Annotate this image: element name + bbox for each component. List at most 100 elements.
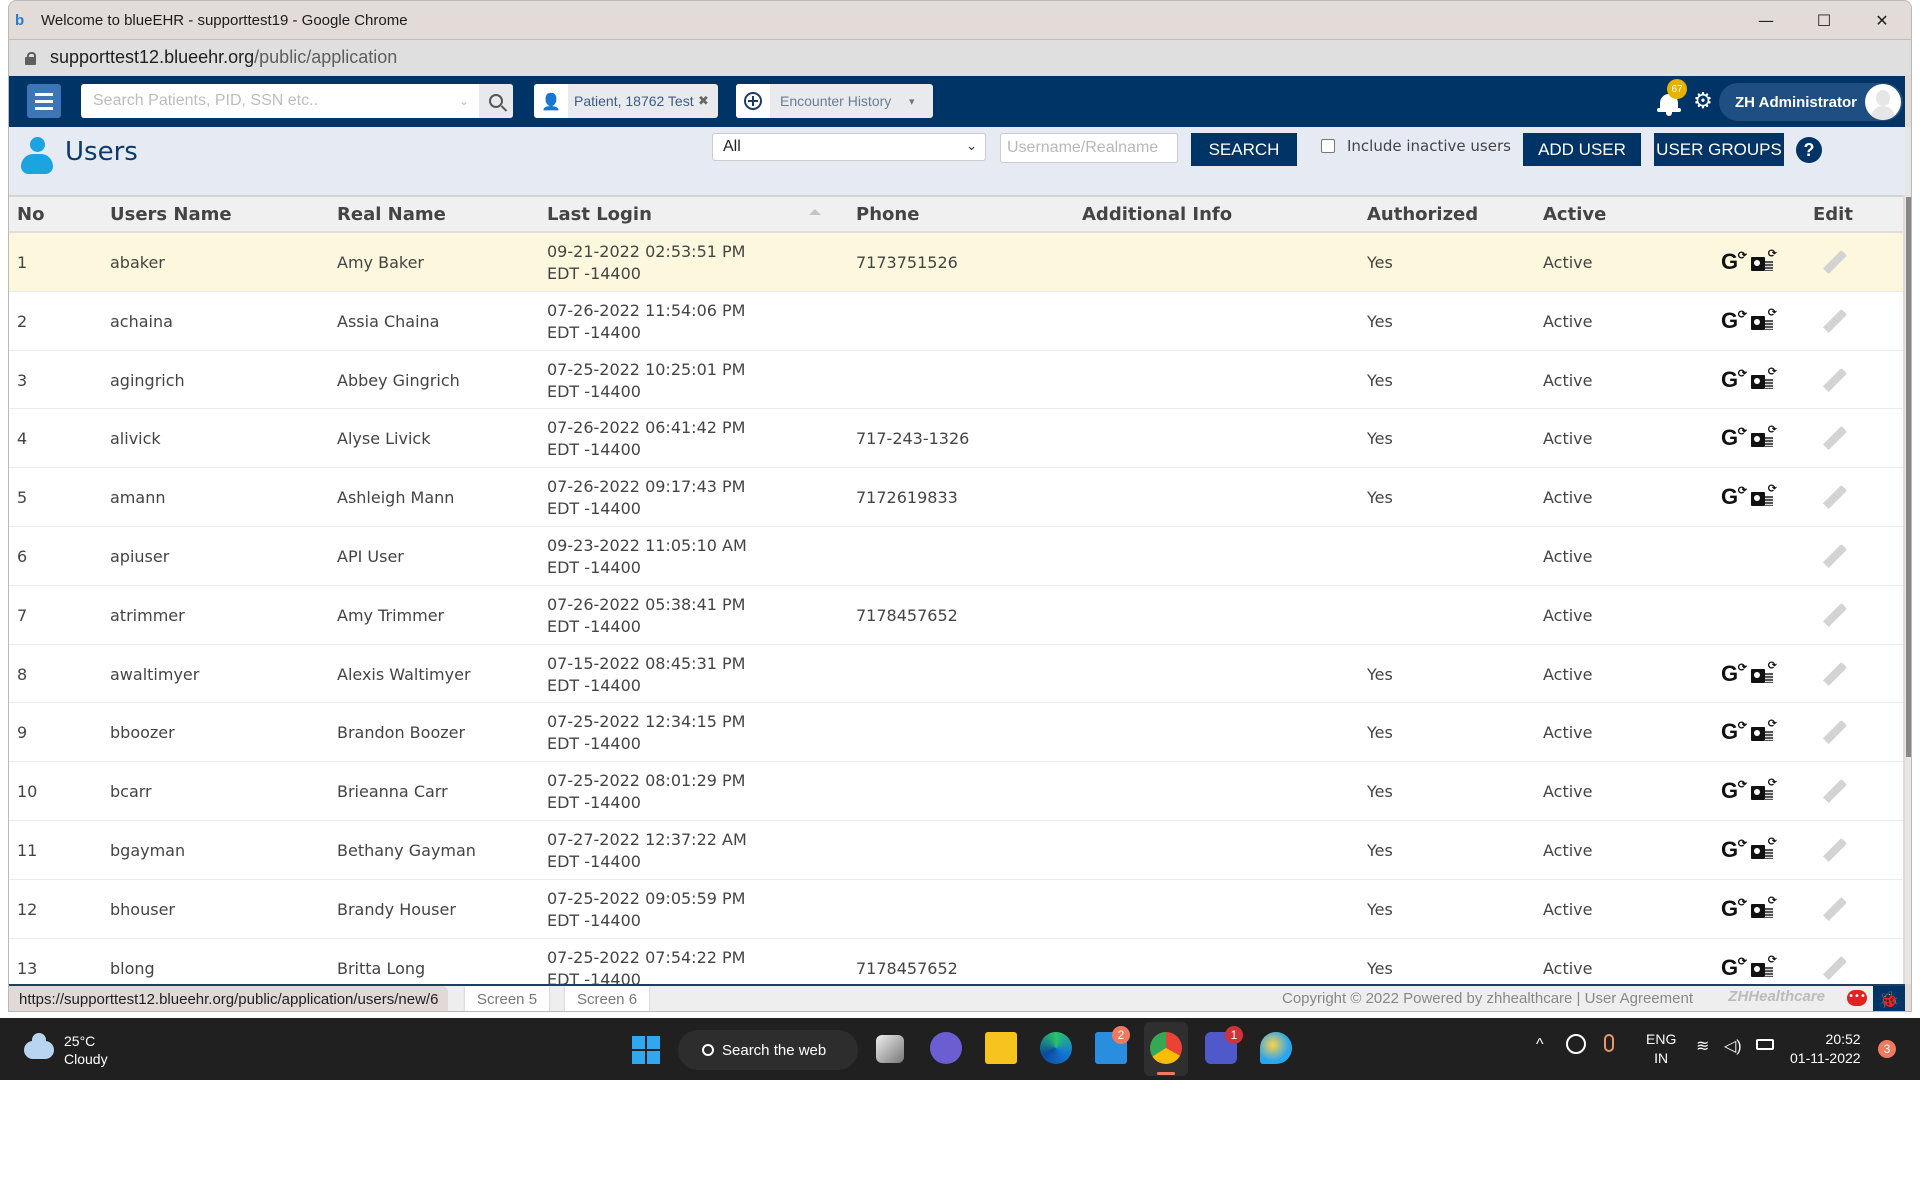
reset-google-auth-icon[interactable]: G ⟳ <box>1721 838 1747 861</box>
edit-pencil-icon[interactable] <box>1821 896 1849 924</box>
include-inactive-toggle[interactable]: Include inactive users <box>1321 137 1511 155</box>
chat-icon[interactable]: ••• <box>1847 990 1867 1006</box>
minimize-button[interactable]: — <box>1737 1 1795 39</box>
table-row[interactable]: 5 amann Ashleigh Mann 07-26-2022 09:17:43 P… <box>9 468 1903 527</box>
add-user-button[interactable]: ADD USER <box>1523 133 1641 166</box>
col-additional-info[interactable]: Additional Info <box>1082 204 1232 225</box>
user-group-select[interactable]: All ⌄ <box>712 133 986 161</box>
reset-phone-auth-icon[interactable]: ⟳ <box>1751 306 1777 332</box>
microphone-icon[interactable] <box>1604 1034 1614 1052</box>
table-row[interactable]: 12 bhouser Brandy Houser 07-25-2022 09:05:5… <box>9 880 1903 939</box>
edit-pencil-icon[interactable] <box>1821 543 1849 571</box>
edit-pencil-icon[interactable] <box>1821 367 1849 395</box>
table-row[interactable]: 2 achaina Assia Chaina 07-26-2022 11:54:06 … <box>9 292 1903 351</box>
reset-google-auth-icon[interactable]: G ⟳ <box>1721 250 1747 273</box>
reset-google-auth-icon[interactable]: G ⟳ <box>1721 720 1747 743</box>
reset-phone-auth-icon[interactable]: ⟳ <box>1751 423 1777 449</box>
patient-tab[interactable]: 👤 Patient, 18762 Test ✖ <box>534 84 718 118</box>
col-authorized[interactable]: Authorized <box>1367 204 1478 225</box>
edit-pencil-icon[interactable] <box>1821 249 1849 277</box>
table-row[interactable]: 10 bcarr Brieanna Carr 07-25-2022 08:01:29 … <box>9 762 1903 821</box>
reset-phone-auth-icon[interactable]: ⟳ <box>1751 776 1777 802</box>
close-button[interactable]: ✕ <box>1853 1 1911 39</box>
encounter-history-tab[interactable]: Encounter History ▾ <box>736 84 933 118</box>
reset-google-auth-icon[interactable]: G ⟳ <box>1721 368 1747 391</box>
close-tab-icon[interactable]: ✖ <box>698 94 718 109</box>
battery-icon[interactable] <box>1756 1039 1774 1050</box>
reset-phone-auth-icon[interactable]: ⟳ <box>1751 482 1777 508</box>
table-row[interactable]: 4 alivick Alyse Livick 07-26-2022 06:41:42 … <box>9 409 1903 469</box>
reset-google-auth-icon[interactable]: G ⟳ <box>1721 485 1747 508</box>
edit-pencil-icon[interactable] <box>1821 719 1849 747</box>
col-phone[interactable]: Phone <box>856 204 919 225</box>
reset-phone-auth-icon[interactable]: ⟳ <box>1751 659 1777 685</box>
maximize-button[interactable]: ☐ <box>1795 1 1853 39</box>
col-real-name[interactable]: Real Name <box>337 204 446 225</box>
weather-widget[interactable]: 25°C Cloudy <box>24 1032 108 1068</box>
help-icon[interactable]: ? <box>1796 137 1822 163</box>
table-row[interactable]: 3 agingrich Abbey Gingrich 07-25-2022 10:25… <box>9 351 1903 410</box>
patient-search-input[interactable] <box>81 85 459 117</box>
edge-icon[interactable] <box>1040 1032 1072 1064</box>
meet-icon[interactable] <box>930 1032 962 1064</box>
edit-pencil-icon[interactable] <box>1821 661 1849 689</box>
table-row[interactable]: 13 blong Britta Long 07-25-2022 07:54:22 PM… <box>9 939 1903 984</box>
notification-center-badge[interactable]: 3 <box>1878 1040 1896 1058</box>
col-no[interactable]: No <box>17 204 44 225</box>
edit-pencil-icon[interactable] <box>1821 425 1849 453</box>
edit-pencil-icon[interactable] <box>1821 837 1849 865</box>
start-button[interactable] <box>632 1036 660 1064</box>
table-row[interactable]: 7 atrimmer Amy Trimmer 07-26-2022 05:38:41 … <box>9 586 1903 645</box>
address-bar[interactable]: supporttest12.blueehr.org/public/applica… <box>9 39 1911 75</box>
search-button[interactable]: SEARCH <box>1191 133 1297 166</box>
taskbar-search[interactable]: Search the web <box>678 1030 858 1070</box>
username-search-input[interactable] <box>1000 133 1178 163</box>
edit-pencil-icon[interactable] <box>1821 308 1849 336</box>
col-users-name[interactable]: Users Name <box>110 204 232 225</box>
screen-tab-6[interactable]: Screen 6 <box>565 986 650 1011</box>
screen-tab-5[interactable]: Screen 5 <box>465 986 550 1011</box>
reset-phone-auth-icon[interactable]: ⟳ <box>1751 247 1777 273</box>
table-row[interactable]: 6 apiuser API User 09-23-2022 11:05:10 AM ED… <box>9 527 1903 586</box>
user-groups-button[interactable]: USER GROUPS <box>1654 133 1784 166</box>
edit-pencil-icon[interactable] <box>1821 484 1849 512</box>
reset-google-auth-icon[interactable]: G ⟳ <box>1721 897 1747 920</box>
wifi-icon[interactable]: ≋ <box>1696 1036 1709 1056</box>
reset-google-auth-icon[interactable]: G ⟳ <box>1721 309 1747 332</box>
reset-phone-auth-icon[interactable]: ⟳ <box>1751 953 1777 979</box>
chrome-icon[interactable] <box>1150 1032 1182 1064</box>
volume-icon[interactable]: ◁) <box>1724 1036 1742 1056</box>
file-explorer-icon[interactable] <box>985 1032 1017 1064</box>
copyright-text[interactable]: Copyright © 2022 Powered by zhhealthcare… <box>1282 990 1693 1007</box>
include-inactive-checkbox[interactable] <box>1321 139 1335 153</box>
gear-icon[interactable]: ⚙ <box>1693 91 1713 113</box>
edit-pencil-icon[interactable] <box>1821 602 1849 630</box>
table-row[interactable]: 11 bgayman Bethany Gayman 07-27-2022 12:37:… <box>9 821 1903 880</box>
table-row[interactable]: 9 bboozer Brandon Boozer 07-25-2022 12:34:1… <box>9 703 1903 763</box>
show-hidden-icons[interactable]: ^ <box>1536 1036 1544 1054</box>
reset-google-auth-icon[interactable]: G ⟳ <box>1721 956 1747 979</box>
reset-phone-auth-icon[interactable]: ⟳ <box>1751 717 1777 743</box>
edit-pencil-icon[interactable] <box>1821 955 1849 983</box>
paint-icon[interactable] <box>1260 1032 1292 1064</box>
col-active[interactable]: Active <box>1543 204 1606 225</box>
url-text[interactable]: supporttest12.blueehr.org/public/applica… <box>50 47 397 68</box>
chevron-down-icon[interactable]: ⌄ <box>459 94 479 108</box>
task-view-icon[interactable] <box>876 1035 904 1063</box>
reset-google-auth-icon[interactable]: G ⟳ <box>1721 426 1747 449</box>
page-scrollbar[interactable] <box>1905 127 1911 984</box>
bug-report-icon[interactable]: 🐞 <box>1873 986 1905 1011</box>
patient-search-button[interactable] <box>479 84 513 118</box>
clock[interactable]: 20:52 01-11-2022 <box>1790 1030 1861 1068</box>
reset-phone-auth-icon[interactable]: ⟳ <box>1751 835 1777 861</box>
sync-icon[interactable] <box>1566 1034 1586 1054</box>
sort-asc-icon[interactable] <box>809 209 821 215</box>
col-last-login[interactable]: Last Login <box>547 204 652 225</box>
table-row[interactable]: 8 awaltimyer Alexis Waltimyer 07-15-2022 08… <box>9 645 1903 704</box>
reset-phone-auth-icon[interactable]: ⟳ <box>1751 365 1777 391</box>
reset-google-auth-icon[interactable]: G ⟳ <box>1721 662 1747 685</box>
menu-toggle-button[interactable] <box>27 84 61 118</box>
scrollbar-thumb[interactable] <box>1906 197 1911 757</box>
reset-phone-auth-icon[interactable]: ⟳ <box>1751 894 1777 920</box>
language-indicator[interactable]: ENG IN <box>1646 1030 1676 1068</box>
